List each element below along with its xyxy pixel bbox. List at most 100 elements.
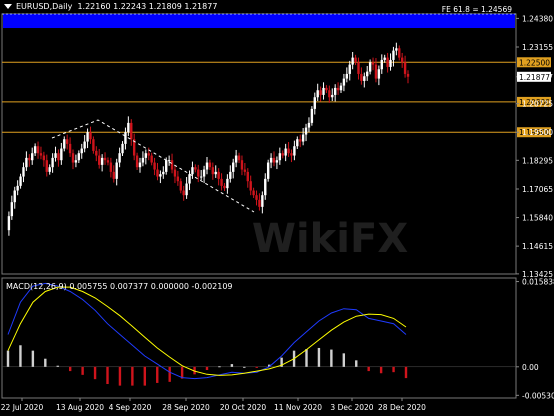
y-tick-label: 1.19500 — [522, 128, 553, 137]
macd-histogram-bar — [31, 350, 35, 367]
candle-body — [287, 148, 290, 154]
macd-histogram-bar — [305, 349, 308, 367]
macd-histogram-bar — [243, 366, 246, 368]
candle-body — [220, 178, 223, 186]
candle-body — [205, 162, 209, 170]
candle-body — [237, 155, 241, 161]
macd-y-tick-label: 0.015838 — [522, 278, 554, 287]
candle-body — [316, 90, 319, 98]
candle-body — [109, 162, 113, 172]
candle-body — [331, 94, 334, 98]
macd-signal-line — [7, 286, 407, 376]
macd-histogram-bar — [68, 366, 72, 372]
candle-body — [83, 141, 86, 149]
trendline-dashed — [51, 119, 255, 213]
candle-body — [25, 157, 28, 168]
candle-body — [135, 155, 139, 168]
y-tick-label: 1.24380 — [522, 14, 553, 23]
candle-body — [380, 59, 383, 70]
candle-body — [48, 167, 51, 172]
candle-body — [188, 174, 191, 184]
candle-body — [100, 157, 104, 165]
macd-y-tick-label: 0.00 — [522, 363, 539, 372]
candle-body — [214, 171, 217, 175]
candle-body — [313, 97, 316, 109]
macd-histogram-bar — [218, 366, 221, 368]
candle-body — [266, 162, 270, 179]
candle-body — [377, 69, 381, 79]
candle-body — [278, 153, 282, 161]
macd-histogram-bar — [56, 365, 59, 367]
candle-body — [182, 190, 185, 196]
candle-body — [45, 160, 48, 172]
fib-label: FE 61.8 = 1.24569 — [442, 5, 512, 14]
candle-body — [383, 57, 386, 60]
candle-body — [80, 148, 83, 154]
candle-body — [354, 57, 357, 63]
candle-body — [77, 153, 81, 161]
candle-body — [202, 169, 206, 177]
candle-body — [165, 160, 168, 172]
candle-body — [307, 122, 311, 128]
candle-body — [240, 160, 244, 170]
candle-body — [7, 216, 11, 231]
candle-body — [42, 155, 46, 161]
candle-body — [51, 157, 54, 168]
candle-body — [103, 157, 107, 161]
candle-body — [54, 153, 57, 158]
current-price-label: 1.21877 — [519, 73, 550, 82]
candle-body — [153, 162, 156, 170]
candle-body — [322, 87, 325, 95]
candle-body — [400, 57, 404, 63]
y-tick-label: 1.14615 — [522, 242, 553, 251]
candle-body — [226, 178, 229, 189]
macd-histogram-bar — [106, 366, 109, 385]
candle-body — [371, 62, 375, 65]
macd-histogram-bar — [404, 366, 408, 379]
candle-body — [208, 162, 212, 168]
candle-body — [156, 169, 159, 177]
y-tick-label: 1.20725 — [522, 100, 553, 109]
candle-body — [57, 153, 60, 161]
candle-body — [10, 202, 14, 217]
candle-body — [118, 153, 121, 163]
candle-body — [360, 73, 363, 81]
fib-extension-band — [3, 14, 515, 29]
candle-body — [395, 48, 398, 51]
candle-body — [290, 153, 293, 156]
candle-body — [325, 87, 328, 91]
candle-body — [162, 171, 165, 175]
candle-body — [65, 139, 69, 144]
x-tick-label: 28 Sep 2020 — [162, 403, 210, 412]
candle-body — [252, 190, 255, 196]
macd-pane-border — [1, 277, 517, 399]
candle-body — [249, 181, 252, 191]
candle-body — [176, 176, 180, 182]
candle-body — [232, 162, 235, 172]
candle-body — [60, 148, 63, 161]
macd-line — [7, 282, 407, 380]
candle-body — [112, 171, 115, 179]
candle-body — [194, 167, 197, 170]
collapse-triangle-icon[interactable] — [4, 4, 12, 9]
candle-body — [22, 167, 25, 177]
candle-body — [13, 190, 16, 203]
candle-body — [258, 199, 261, 207]
candle-body — [138, 162, 142, 168]
candle-body — [217, 171, 220, 179]
candle-body — [115, 162, 118, 179]
candle-body — [74, 160, 78, 163]
candle-body — [71, 153, 75, 163]
macd-histogram-bar — [19, 345, 22, 367]
candle-body — [31, 153, 34, 161]
candle-body — [284, 148, 287, 156]
candle-body — [95, 150, 98, 156]
candle-body — [179, 181, 182, 191]
candle-body — [130, 122, 133, 140]
macd-histogram-bar — [255, 366, 258, 368]
candle-body — [406, 73, 410, 77]
candle-body — [264, 178, 267, 196]
candle-body — [272, 157, 276, 163]
candle-body — [281, 153, 284, 156]
macd-histogram-bar — [230, 364, 234, 367]
